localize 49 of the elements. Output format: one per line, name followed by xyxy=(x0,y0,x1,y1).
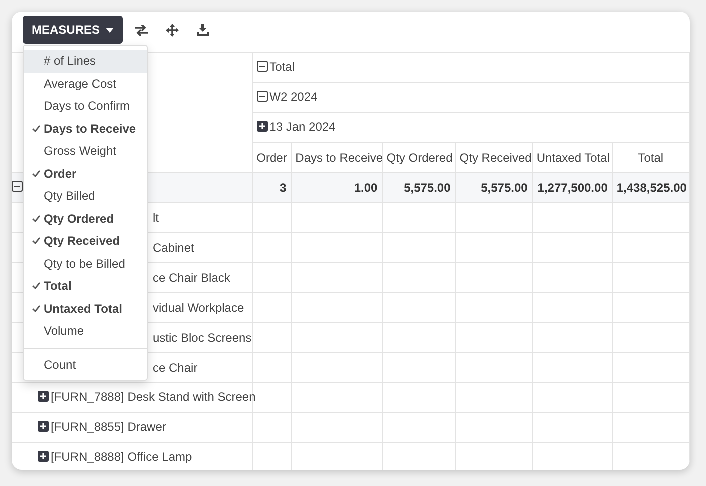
swap-arrows-icon[interactable] xyxy=(135,24,148,36)
check-icon xyxy=(32,124,41,133)
check-icon xyxy=(32,214,41,223)
menu-item[interactable]: Order xyxy=(24,162,147,185)
total-value: 3 xyxy=(280,180,287,194)
row-header[interactable]: ce Chair xyxy=(153,358,198,376)
menu-item[interactable]: Total xyxy=(24,275,147,298)
menu-item[interactable]: Untaxed Total xyxy=(24,298,147,320)
column-header[interactable]: 13 Jan 2024 xyxy=(270,118,336,136)
menu-item[interactable]: Qty Billed xyxy=(24,185,147,208)
download-icon[interactable] xyxy=(197,24,210,36)
row-header[interactable]: ustic Bloc Screens xyxy=(153,328,252,346)
menu-item[interactable]: Days to Receive xyxy=(24,118,147,140)
menu-item[interactable]: Qty Ordered xyxy=(24,208,147,230)
measure-header[interactable]: Total xyxy=(638,150,664,164)
collapse-icon[interactable] xyxy=(12,180,23,192)
move-arrows-icon[interactable] xyxy=(166,24,180,36)
menu-item[interactable]: Gross Weight xyxy=(24,140,147,162)
menu-item[interactable]: Average Cost xyxy=(24,72,147,95)
row-header[interactable]: [FURN_7888] Desk Stand with Screen xyxy=(51,388,256,406)
expand-icon[interactable] xyxy=(38,391,49,402)
menu-item[interactable]: Count xyxy=(24,354,147,376)
expand-icon[interactable] xyxy=(38,421,49,432)
check-icon xyxy=(32,282,41,290)
menu-item[interactable]: Volume xyxy=(24,320,147,342)
measures-button[interactable]: MEASURES xyxy=(23,16,124,44)
row-header[interactable]: vidual Workplace xyxy=(153,298,244,316)
column-header[interactable]: Total xyxy=(270,58,296,76)
row-header[interactable]: Cabinet xyxy=(153,238,194,256)
collapse-icon[interactable] xyxy=(256,91,268,102)
total-value: 1,277,500.00 xyxy=(538,180,608,194)
total-value: 1,438,525.00 xyxy=(616,180,687,194)
check-icon xyxy=(32,170,41,178)
check-icon xyxy=(32,237,41,246)
expand-icon[interactable] xyxy=(38,451,49,462)
check-icon xyxy=(32,304,41,313)
total-value: 1.00 xyxy=(354,180,378,194)
total-value: 5,575.00 xyxy=(404,180,451,194)
total-value: 5,575.00 xyxy=(481,180,528,194)
column-header[interactable]: W2 2024 xyxy=(270,88,318,106)
row-header[interactable]: lt xyxy=(153,208,159,226)
expand-icon[interactable] xyxy=(256,121,268,132)
menu-item[interactable]: Days to Confirm xyxy=(24,95,147,118)
menu-item[interactable]: Qty Received xyxy=(24,230,147,252)
menu-item[interactable]: Qty to be Billed xyxy=(24,252,147,275)
caret-icon xyxy=(106,28,114,32)
row-header[interactable]: ce Chair Black xyxy=(153,268,230,286)
collapse-icon[interactable] xyxy=(256,61,268,72)
menu-item[interactable]: # of Lines xyxy=(24,50,147,72)
